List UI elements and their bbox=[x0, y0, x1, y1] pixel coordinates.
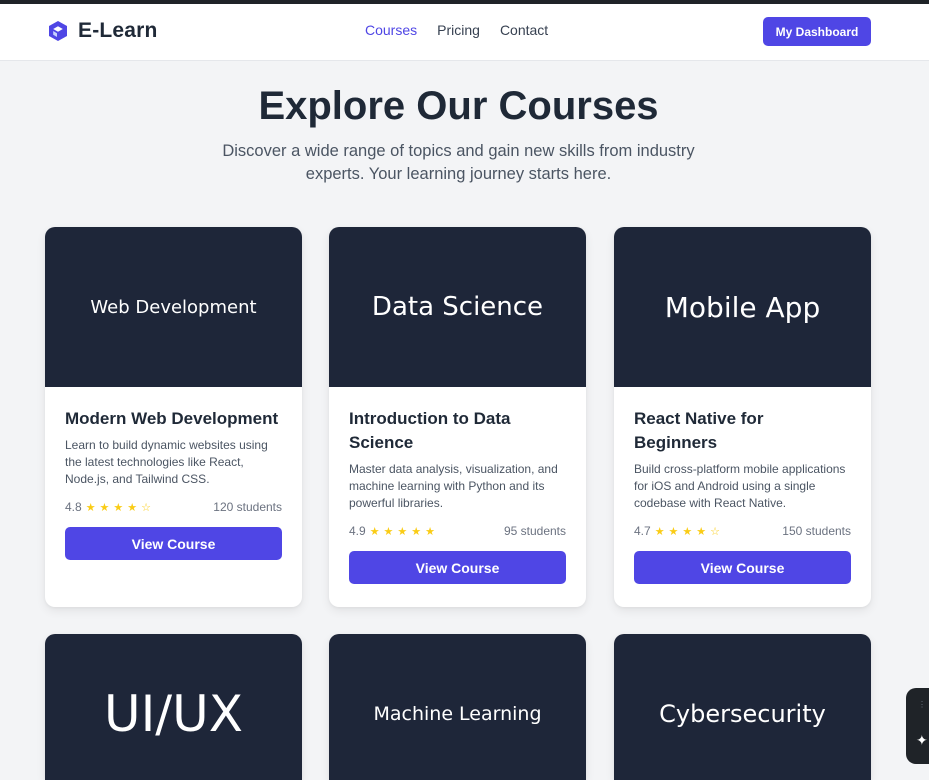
course-rating: 4.9 ★★★★★ bbox=[349, 524, 439, 538]
my-dashboard-button[interactable]: My Dashboard bbox=[763, 17, 871, 46]
brand-logo[interactable]: E-Learn bbox=[46, 19, 158, 43]
course-description: Build cross-platform mobile applications… bbox=[634, 462, 846, 510]
course-description: Learn to build dynamic websites using th… bbox=[65, 438, 268, 486]
course-card-web-development[interactable]: Web Development Modern Web Development L… bbox=[45, 227, 302, 607]
course-card-cybersecurity[interactable]: Cybersecurity bbox=[614, 634, 871, 780]
course-meta: 4.9 ★★★★★ 95 students bbox=[349, 524, 566, 538]
view-course-button[interactable]: View Course bbox=[65, 527, 282, 560]
course-card-machine-learning[interactable]: Machine Learning bbox=[329, 634, 586, 780]
course-banner: Data Science bbox=[329, 227, 586, 387]
nav-link-courses[interactable]: Courses bbox=[365, 22, 417, 38]
course-title[interactable]: Modern Web Development bbox=[65, 407, 282, 431]
course-card-mobile-app[interactable]: Mobile App React Native for Beginners Bu… bbox=[614, 227, 871, 607]
course-banner: Cybersecurity bbox=[614, 634, 871, 780]
nav-link-pricing[interactable]: Pricing bbox=[437, 22, 480, 38]
rating-value: 4.8 bbox=[65, 500, 82, 514]
view-course-button[interactable]: View Course bbox=[634, 551, 851, 584]
student-count: 95 students bbox=[503, 524, 566, 538]
brand-name: E-Learn bbox=[78, 19, 158, 42]
star-rating-icon: ★★★★☆ bbox=[85, 501, 155, 514]
student-count: 150 students bbox=[782, 524, 851, 538]
floating-toolbar-widget[interactable]: ⋮⋮ ✦ bbox=[906, 688, 929, 764]
main-nav: Courses Pricing Contact bbox=[365, 22, 568, 38]
course-rating: 4.8 ★★★★☆ bbox=[65, 500, 155, 514]
course-banner: UI/UX bbox=[45, 634, 302, 780]
sparkle-icon[interactable]: ✦ bbox=[916, 732, 928, 749]
course-banner: Web Development bbox=[45, 227, 302, 387]
course-card-ui-ux[interactable]: UI/UX bbox=[45, 634, 302, 780]
course-title[interactable]: Introduction to Data Science bbox=[349, 407, 566, 455]
course-meta: 4.8 ★★★★☆ 120 students bbox=[65, 500, 282, 514]
rating-value: 4.7 bbox=[634, 524, 651, 538]
drag-handle-icon[interactable]: ⋮⋮ bbox=[918, 701, 929, 709]
course-banner: Mobile App bbox=[614, 227, 871, 387]
rating-value: 4.9 bbox=[349, 524, 366, 538]
course-card-data-science[interactable]: Data Science Introduction to Data Scienc… bbox=[329, 227, 586, 607]
course-rating: 4.7 ★★★★☆ bbox=[634, 524, 724, 538]
cube-icon bbox=[46, 19, 70, 43]
star-rating-icon: ★★★★★ bbox=[369, 525, 439, 538]
navbar: E-Learn Courses Pricing Contact My Dashb… bbox=[0, 4, 929, 61]
course-description: Master data analysis, visualization, and… bbox=[349, 462, 558, 510]
course-title[interactable]: React Native for Beginners bbox=[634, 407, 851, 455]
course-banner: Machine Learning bbox=[329, 634, 586, 780]
course-meta: 4.7 ★★★★☆ 150 students bbox=[634, 524, 851, 538]
view-course-button[interactable]: View Course bbox=[349, 551, 566, 584]
page-subtitle: Discover a wide range of topics and gain… bbox=[222, 142, 695, 183]
student-count: 120 students bbox=[213, 500, 282, 514]
page-title: Explore Our Courses bbox=[258, 84, 659, 128]
nav-link-contact[interactable]: Contact bbox=[500, 22, 548, 38]
star-rating-icon: ★★★★☆ bbox=[654, 525, 724, 538]
